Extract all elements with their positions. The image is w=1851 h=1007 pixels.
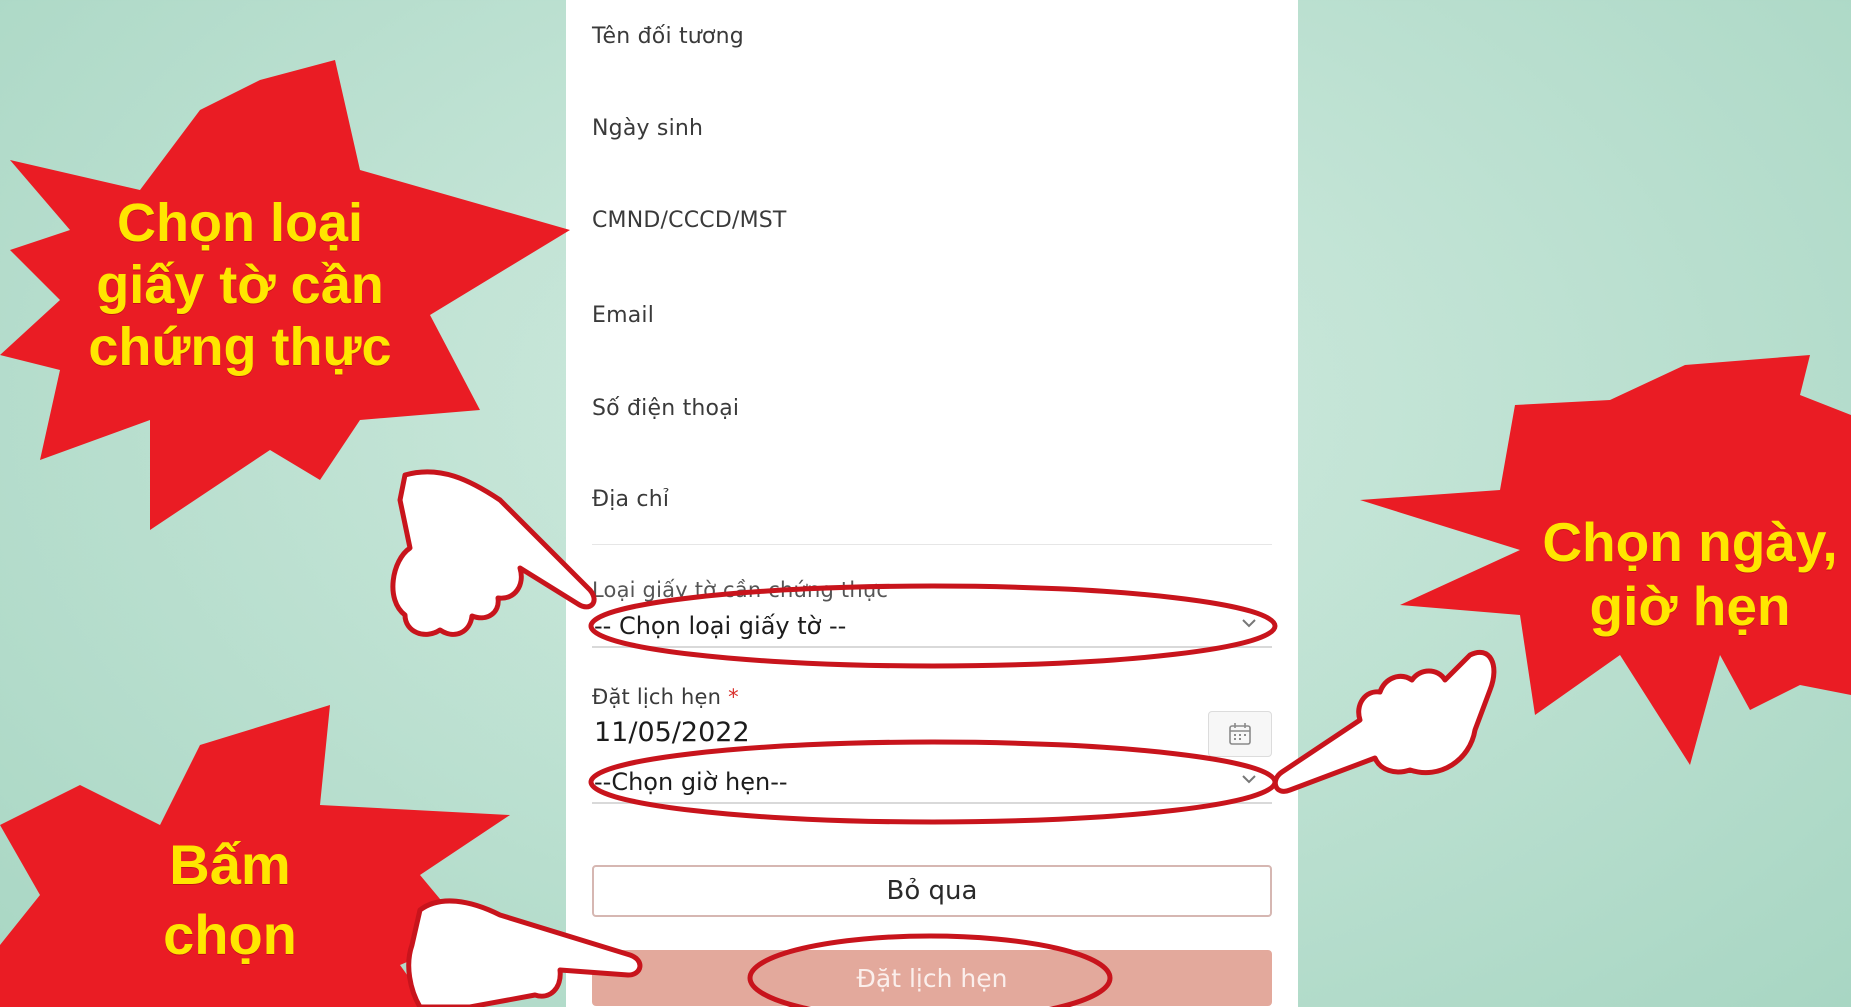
doc-type-select[interactable]: -- Chọn loại giấy tờ --: [592, 606, 1272, 648]
tutorial-screenshot: Tên đối tương Ngày sinh CMND/CCCD/MST Em…: [0, 0, 1851, 1007]
field-label-name: Tên đối tương: [592, 24, 744, 49]
appointment-date-value: 11/05/2022: [594, 717, 750, 748]
doc-type-label: Loại giấy tờ cần chứng thực: [592, 578, 889, 602]
callout-text-datetime: Chọn ngày, giờ hẹn: [1542, 511, 1838, 637]
date-picker-button[interactable]: [1208, 711, 1272, 757]
appointment-label-text: Đặt lịch hẹn: [592, 685, 722, 709]
callout-text-submit: Bấm chọn: [163, 833, 297, 966]
appointment-time-select[interactable]: --Chọn giờ hẹn--: [592, 762, 1272, 804]
callout-text-doc-type: Chọn loại giấy tờ cần chứng thực: [88, 193, 392, 377]
calendar-icon: [1229, 723, 1251, 745]
chevron-down-icon: [1242, 619, 1256, 628]
appointment-label: Đặt lịch hẹn *: [592, 685, 739, 709]
skip-button[interactable]: Bỏ qua: [592, 865, 1272, 917]
book-appointment-button[interactable]: Đặt lịch hẹn: [592, 950, 1272, 1006]
chevron-down-icon: [1242, 775, 1256, 784]
field-label-address: Địa chỉ: [592, 487, 670, 512]
time-selected-value: --Chọn giờ hẹn--: [594, 768, 788, 796]
required-mark: *: [728, 685, 739, 709]
field-label-phone: Số điện thoại: [592, 396, 740, 421]
field-label-email: Email: [592, 303, 655, 328]
field-label-birthdate: Ngày sinh: [592, 116, 704, 141]
divider: [592, 544, 1272, 545]
appointment-form-panel: Tên đối tương Ngày sinh CMND/CCCD/MST Em…: [566, 0, 1298, 1007]
field-label-id-number: CMND/CCCD/MST: [592, 208, 787, 233]
doc-type-selected-value: -- Chọn loại giấy tờ --: [594, 612, 847, 640]
